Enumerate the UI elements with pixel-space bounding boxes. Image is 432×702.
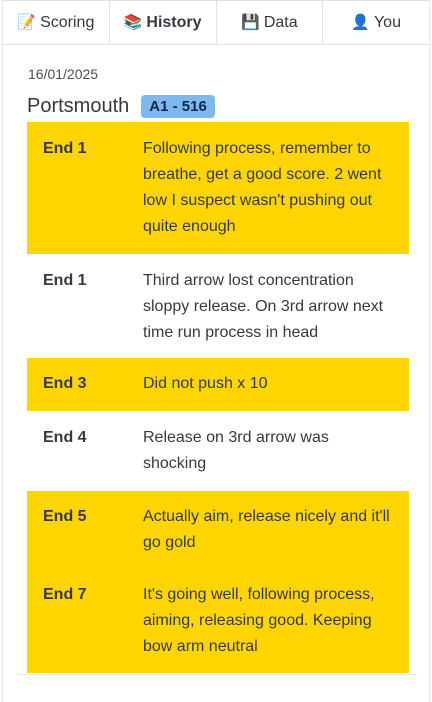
app-frame: 📝 Scoring 📚 History 💾 Data 👤 You 16/01/2… xyxy=(2,0,430,702)
session-header: Portsmouth A1 - 516 xyxy=(27,95,215,118)
round-score-badge: A1 - 516 xyxy=(141,95,215,118)
tab-you[interactable]: 👤 You xyxy=(323,0,429,44)
note-text: Did not push x 10 xyxy=(143,375,268,392)
note-text: Actually aim, release nicely and it'll g… xyxy=(143,508,390,551)
tab-label: You xyxy=(373,13,401,31)
end-label: End 1 xyxy=(43,140,87,157)
tab-scoring[interactable]: 📝 Scoring xyxy=(3,0,110,44)
note-text: Third arrow lost concentration sloppy re… xyxy=(143,272,384,341)
note-row: End 5 Actually aim, release nicely and i… xyxy=(27,491,409,569)
note-text: Following process, remember to breathe, … xyxy=(143,140,382,235)
tab-data[interactable]: 💾 Data xyxy=(216,0,324,44)
tab-bar: 📝 Scoring 📚 History 💾 Data 👤 You xyxy=(3,0,429,45)
divider xyxy=(17,674,417,675)
tab-label: Data xyxy=(263,13,298,31)
note-row: End 4 Release on 3rd arrow was shocking xyxy=(27,411,409,491)
venue-name: Portsmouth xyxy=(27,95,130,117)
note-row: End 1 Following process, remember to bre… xyxy=(27,122,409,254)
tab-history[interactable]: 📚 History xyxy=(109,0,217,44)
end-label: End 3 xyxy=(43,375,87,392)
note-text: It's going well, following process, aimi… xyxy=(143,586,375,655)
note-row: End 3 Did not push x 10 xyxy=(27,358,409,411)
note-row: End 7 It's going well, following process… xyxy=(27,569,409,673)
books-icon: 📚 xyxy=(123,14,143,31)
user-icon: 👤 xyxy=(351,14,370,31)
end-label: End 4 xyxy=(43,429,87,446)
tab-label: Scoring xyxy=(40,13,95,31)
note-row: End 1 Third arrow lost concentration slo… xyxy=(27,254,409,358)
memo-icon: 📝 xyxy=(17,14,37,31)
note-group: End 5 Actually aim, release nicely and i… xyxy=(27,491,409,673)
note-text: Release on 3rd arrow was shocking xyxy=(143,429,329,472)
end-notes-list: End 1 Following process, remember to bre… xyxy=(27,122,409,673)
end-label: End 5 xyxy=(43,508,87,525)
end-label: End 1 xyxy=(43,272,87,289)
floppy-disk-icon: 💾 xyxy=(241,14,260,31)
end-label: End 7 xyxy=(43,586,87,603)
session-date: 16/01/2025 xyxy=(28,66,99,82)
tab-label: History xyxy=(146,13,202,31)
